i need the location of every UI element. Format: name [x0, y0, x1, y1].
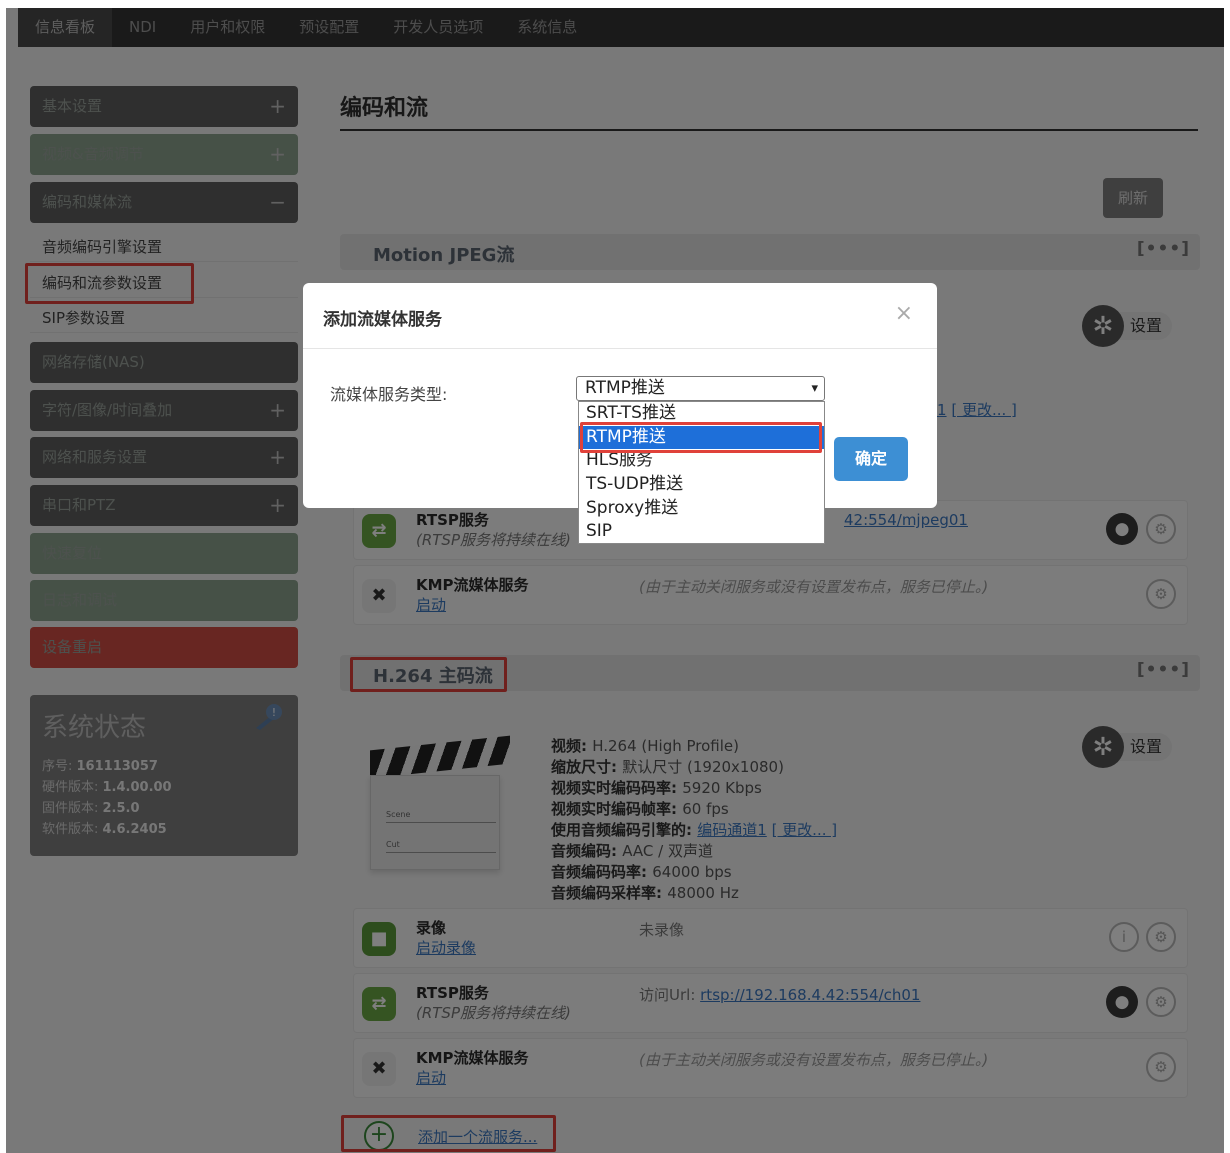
dropdown-option[interactable]: TS-UDP推送 — [579, 473, 824, 497]
service-type-label: 流媒体服务类型: — [330, 385, 448, 404]
dialog-header: 添加流媒体服务 × — [303, 283, 937, 349]
dropdown-option[interactable]: SIP — [579, 520, 824, 544]
chevron-down-icon: ▾ — [811, 381, 818, 396]
modal-backdrop[interactable] — [6, 8, 1224, 1153]
confirm-button[interactable]: 确定 — [834, 437, 908, 481]
service-type-select[interactable]: RTMP推送 ▾ — [576, 376, 825, 401]
select-value: RTMP推送 — [585, 378, 665, 398]
page: 信息看板 NDI 用户和权限 预设配置 开发人员选项 系统信息 基本设置+ 视频… — [0, 0, 1230, 1153]
highlight-box — [580, 422, 822, 453]
dialog-title: 添加流媒体服务 — [323, 310, 442, 330]
close-icon[interactable]: × — [895, 301, 913, 326]
dropdown-option[interactable]: Sproxy推送 — [579, 497, 824, 521]
